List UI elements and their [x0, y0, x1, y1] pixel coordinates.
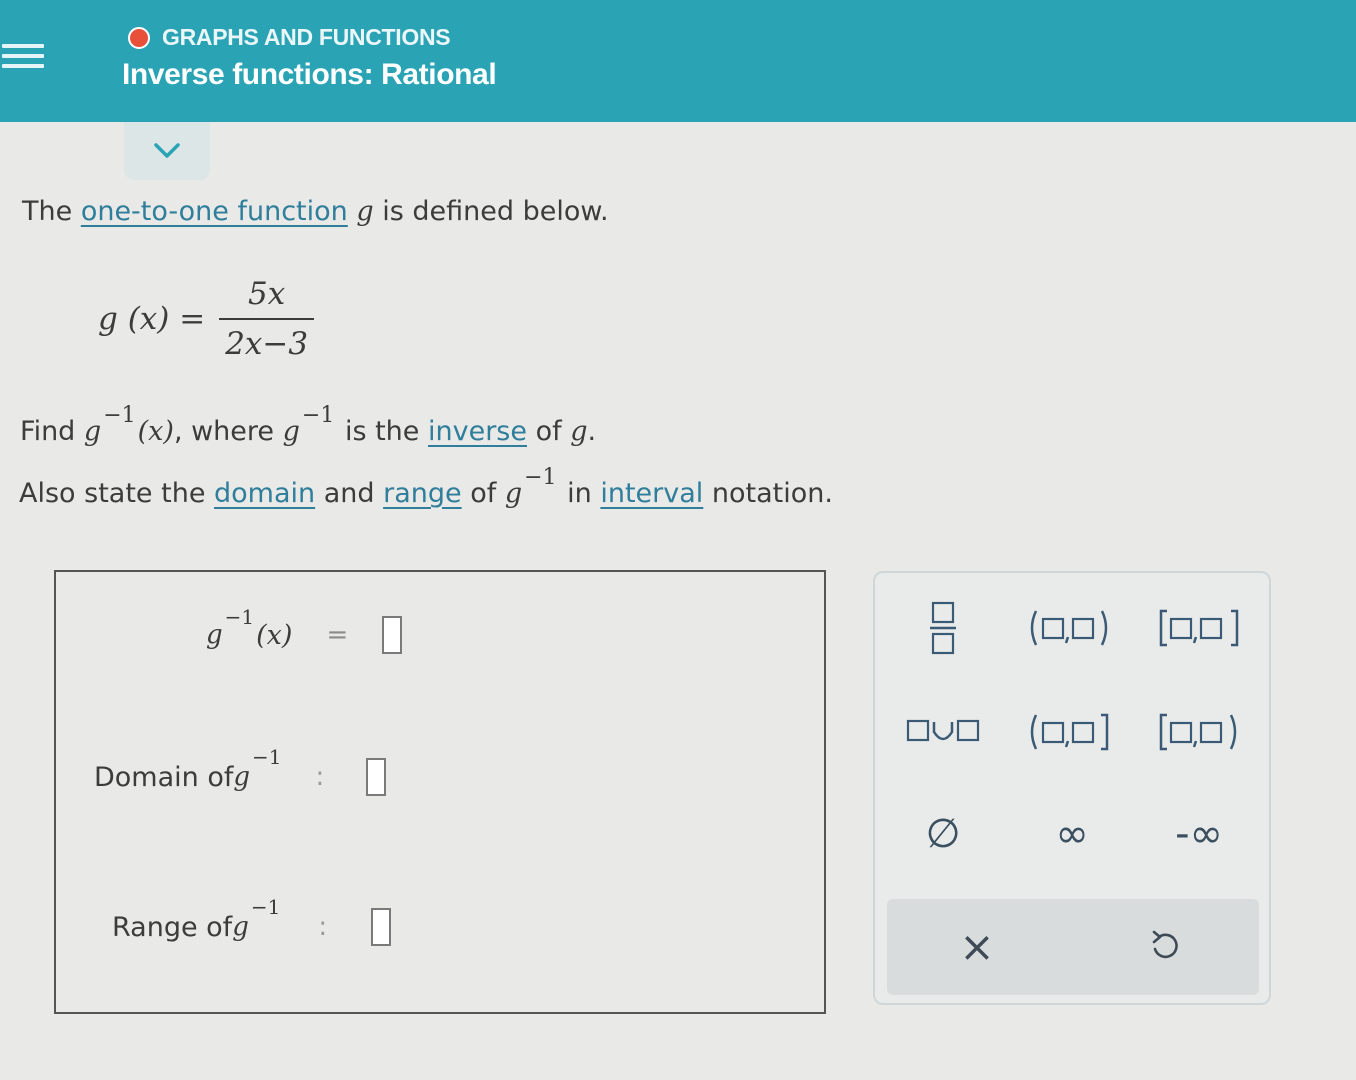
equals-sign: = [326, 620, 349, 650]
argument: (x) [137, 416, 174, 447]
also-text: Also state the [19, 478, 215, 509]
find-text: , where [173, 416, 283, 447]
superscript: −1 [252, 745, 282, 769]
find-text: is the [336, 416, 428, 447]
superscript: −1 [301, 403, 335, 428]
var-g: g [206, 620, 223, 650]
interval-link[interactable]: interval [600, 478, 703, 509]
intro-tail: is defined below. [373, 196, 609, 227]
open-open-interval-button[interactable] [1023, 603, 1117, 653]
also-instruction: Also state the domain and range of g−1 i… [19, 465, 833, 509]
also-text: notation. [703, 478, 833, 509]
argument: (x) [256, 619, 293, 651]
range-answer-input[interactable] [371, 908, 392, 946]
inverse-answer-input[interactable] [382, 616, 403, 654]
superscript: −1 [224, 605, 255, 629]
var-g: g [282, 416, 300, 447]
closed-closed-interval-button[interactable] [1153, 603, 1247, 653]
undo-icon [1152, 930, 1178, 959]
page-title: Inverse functions: Rational [122, 58, 497, 91]
var-g: g [570, 416, 588, 447]
colon: : [315, 762, 325, 792]
closed-closed-interval-icon [1159, 609, 1239, 647]
function-definition: g (x) = 5x 2x−3 [98, 276, 315, 362]
superscript: −1 [250, 895, 281, 919]
topic-header: GRAPHS AND FUNCTIONS Inverse functions: … [0, 0, 1356, 122]
var-g: g [233, 762, 251, 792]
var-g: g [356, 196, 374, 227]
domain-link[interactable]: domain [214, 478, 315, 509]
infinity-icon: ∞ [1055, 811, 1089, 857]
empty-set-icon: ∅ [925, 811, 961, 857]
var-g: g [232, 912, 249, 942]
open-open-interval-icon [1030, 610, 1108, 646]
negative-infinity-icon: -∞ [1175, 811, 1223, 857]
topic-indicator: GRAPHS AND FUNCTIONS [128, 24, 451, 51]
close-icon: × [959, 921, 995, 971]
var-g: g [504, 478, 523, 509]
domain-answer-input[interactable] [366, 758, 387, 796]
clear-button[interactable]: × [949, 921, 1005, 971]
formula-lhs: g (x) = [98, 301, 206, 337]
one-to-one-function-link[interactable]: one-to-one function [81, 196, 348, 227]
also-text: and [315, 478, 384, 509]
denominator: 2x−3 [219, 318, 315, 362]
intro-text: The [22, 196, 81, 227]
open-closed-interval-button[interactable] [1023, 707, 1117, 757]
find-text: Find [20, 416, 84, 447]
inverse-row: g −1 (x) = [206, 605, 403, 654]
closed-open-interval-button[interactable] [1153, 707, 1247, 757]
collapse-header-button[interactable] [124, 122, 210, 180]
undo-button[interactable] [1137, 921, 1193, 971]
find-text: of [526, 416, 571, 447]
var-g: g [83, 416, 102, 447]
keypad-actions: × [887, 899, 1259, 995]
inverse-link[interactable]: inverse [428, 416, 527, 447]
find-text: . [587, 416, 597, 447]
empty-set-button[interactable]: ∅ [917, 809, 969, 859]
range-row: Range of g −1 : [112, 895, 392, 946]
fraction: 5x 2x−3 [219, 276, 315, 362]
superscript: −1 [103, 403, 136, 428]
colon: : [318, 912, 328, 942]
negative-infinity-button[interactable]: -∞ [1159, 809, 1239, 859]
domain-label: Domain of [94, 761, 234, 793]
range-label: Range of [112, 911, 233, 943]
chevron-down-icon [154, 143, 180, 158]
range-link[interactable]: range [383, 478, 462, 509]
topic-status-dot [128, 26, 150, 49]
problem-intro: The one-to-one function g is defined bel… [22, 196, 609, 227]
infinity-button[interactable]: ∞ [1041, 809, 1103, 859]
also-text: in [558, 478, 601, 509]
union-icon [906, 719, 980, 742]
math-keypad: ∅ ∞ -∞ × [873, 571, 1271, 1005]
answer-area: g −1 (x) = Domain of g −1 : Range of g −1 : [54, 570, 826, 1014]
fraction-icon [930, 601, 956, 655]
also-text: of [461, 478, 505, 509]
find-instruction: Find g−1(x), where g−1 is the inverse of… [20, 403, 597, 447]
numerator: 5x [248, 276, 286, 312]
topic-label: GRAPHS AND FUNCTIONS [162, 24, 451, 50]
open-closed-interval-icon [1030, 713, 1109, 751]
closed-open-interval-icon [1159, 713, 1237, 751]
fraction-button[interactable] [921, 595, 965, 661]
union-button[interactable] [903, 709, 983, 753]
superscript: −1 [524, 465, 557, 490]
domain-row: Domain of g −1 : [94, 745, 387, 796]
menu-icon[interactable] [2, 44, 44, 80]
